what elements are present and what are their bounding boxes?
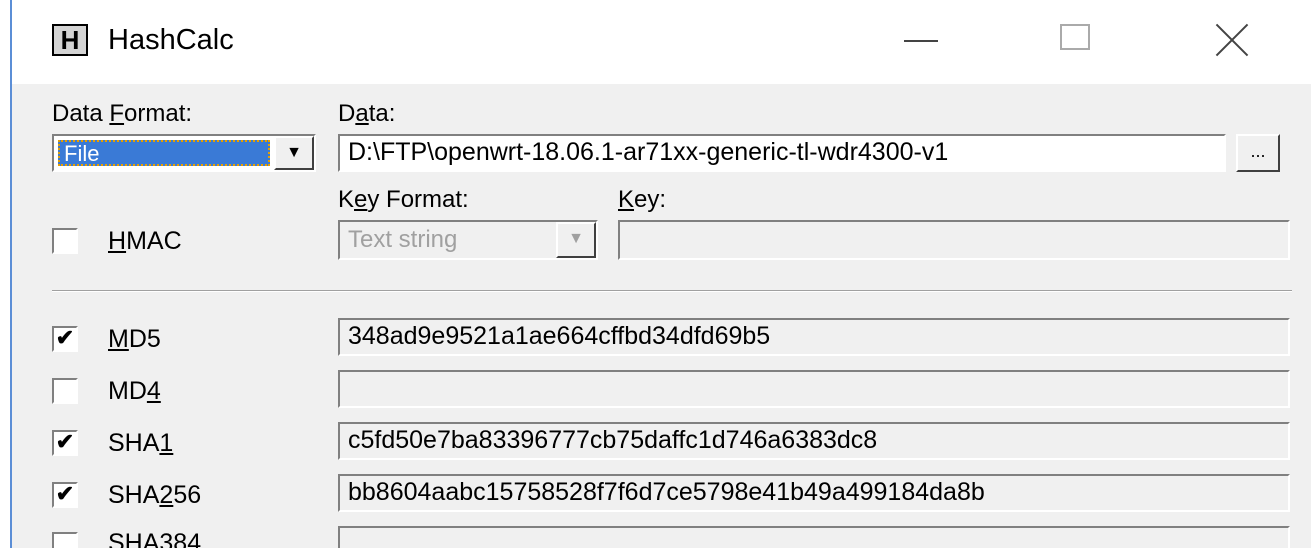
minimize-icon bbox=[904, 40, 938, 42]
md5-label: MD5 bbox=[108, 325, 161, 353]
sha1-output[interactable]: c5fd50e7ba83396777cb75daffc1d746a6383dc8 bbox=[338, 422, 1290, 460]
key-format-select[interactable]: Text string ▼ bbox=[338, 220, 598, 260]
sha256-output[interactable]: bb8604aabc15758528f7f6d7ce5798e41b49a499… bbox=[338, 474, 1290, 512]
key-label: Key: bbox=[618, 186, 667, 213]
chevron-down-icon[interactable]: ▼ bbox=[556, 222, 596, 258]
key-input[interactable] bbox=[618, 220, 1290, 260]
sha384-checkbox[interactable] bbox=[52, 532, 78, 548]
close-icon bbox=[1214, 22, 1250, 58]
window-title: HashCalc bbox=[108, 24, 234, 56]
separator bbox=[52, 290, 1292, 292]
hashcalc-window: H HashCalc Data Format: File ▼ Data: D:\… bbox=[10, 0, 1311, 548]
close-button[interactable] bbox=[1192, 0, 1272, 80]
chevron-down-icon[interactable]: ▼ bbox=[274, 136, 314, 170]
md4-output[interactable] bbox=[338, 370, 1290, 408]
data-input[interactable]: D:\FTP\openwrt-18.06.1-ar71xx-generic-tl… bbox=[338, 134, 1226, 172]
data-format-select[interactable]: File ▼ bbox=[52, 134, 316, 172]
md4-checkbox[interactable] bbox=[52, 378, 78, 404]
key-format-selected: Text string bbox=[348, 226, 458, 253]
hmac-label: HMAC bbox=[108, 227, 182, 255]
md4-label: MD4 bbox=[108, 377, 161, 405]
sha1-checkbox[interactable]: ✔ bbox=[52, 430, 78, 456]
browse-button[interactable]: ... bbox=[1236, 134, 1280, 172]
hmac-checkbox[interactable] bbox=[52, 228, 78, 254]
app-icon: H bbox=[52, 24, 88, 56]
data-format-label: Data Format: bbox=[52, 100, 193, 127]
data-label: Data: bbox=[338, 100, 396, 127]
sha384-label: SHA384 bbox=[108, 529, 202, 548]
key-format-label: Key Format: bbox=[338, 186, 469, 213]
title-bar[interactable]: H HashCalc bbox=[12, 0, 1311, 84]
sha256-label: SHA256 bbox=[108, 481, 202, 509]
sha256-checkbox[interactable]: ✔ bbox=[52, 482, 78, 508]
sha1-label: SHA1 bbox=[108, 429, 174, 457]
sha384-output[interactable] bbox=[338, 526, 1290, 548]
data-format-selected: File bbox=[58, 140, 270, 166]
maximize-button[interactable] bbox=[1036, 0, 1116, 80]
maximize-icon bbox=[1060, 24, 1090, 50]
minimize-button[interactable] bbox=[884, 0, 964, 80]
md5-checkbox[interactable]: ✔ bbox=[52, 326, 78, 352]
md5-output[interactable]: 348ad9e9521a1ae664cffbd34dfd69b5 bbox=[338, 318, 1290, 356]
